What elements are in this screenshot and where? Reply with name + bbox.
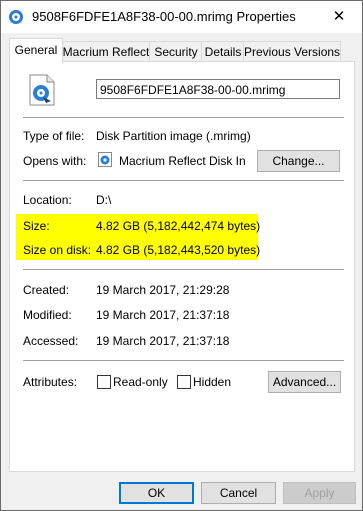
file-name-field[interactable]: 9508F6FDFE1A8F38-00-00.mrimg (96, 79, 340, 99)
tab-details[interactable]: Details (201, 41, 245, 62)
created-value: 19 March 2017, 21:29:28 (96, 283, 230, 297)
advanced-button[interactable]: Advanced... (268, 371, 341, 393)
opens-with-label: Opens with: (23, 154, 87, 168)
macrium-app-icon (98, 152, 112, 167)
disk-image-file-icon (29, 74, 55, 106)
location-value: D:\ (96, 193, 112, 207)
disk-image-file-icon (9, 10, 23, 24)
modified-label: Modified: (23, 308, 72, 322)
location-label: Location: (23, 193, 72, 207)
size-value: 4.82 GB (5,182,442,474 bytes) (96, 219, 261, 233)
hidden-checkbox[interactable] (177, 375, 191, 389)
type-of-file-label: Type of file: (23, 129, 85, 143)
opens-with-value: Macrium Reflect Disk In (119, 154, 246, 168)
ok-button[interactable]: OK (119, 482, 194, 504)
attributes-label: Attributes: (23, 375, 78, 389)
separator (23, 269, 344, 270)
change-button[interactable]: Change... (257, 150, 340, 172)
tab-previous-versions[interactable]: Previous Versions (243, 41, 341, 62)
size-on-disk-value: 4.82 GB (5,182,443,520 bytes) (96, 243, 261, 257)
tab-security[interactable]: Security (149, 41, 203, 62)
separator (23, 360, 344, 361)
separator (23, 117, 344, 118)
modified-value: 19 March 2017, 21:37:18 (96, 308, 230, 322)
size-label: Size: (23, 219, 50, 233)
separator (23, 180, 344, 181)
general-panel: 9508F6FDFE1A8F38-00-00.mrimg Type of fil… (9, 61, 355, 472)
created-label: Created: (23, 283, 70, 297)
hidden-label[interactable]: Hidden (193, 375, 231, 389)
apply-button[interactable]: Apply (283, 482, 356, 504)
title-bar[interactable]: 9508F6FDFE1A8F38-00-00.mrimg Properties … (1, 1, 362, 33)
type-of-file-value: Disk Partition image (.mrimg) (96, 129, 251, 143)
properties-window: 9508F6FDFE1A8F38-00-00.mrimg Properties … (0, 0, 363, 511)
accessed-value: 19 March 2017, 21:37:18 (96, 334, 230, 348)
accessed-label: Accessed: (23, 334, 79, 348)
tab-macrium-reflect[interactable]: Macrium Reflect (61, 41, 151, 62)
window-title: 9508F6FDFE1A8F38-00-00.mrimg Properties (32, 9, 296, 24)
cancel-button[interactable]: Cancel (201, 482, 276, 504)
tab-general[interactable]: General (9, 38, 63, 63)
size-on-disk-label: Size on disk: (23, 243, 92, 257)
read-only-checkbox[interactable] (97, 375, 111, 389)
close-button[interactable]: ✕ (316, 1, 362, 33)
read-only-label[interactable]: Read-only (113, 375, 168, 389)
